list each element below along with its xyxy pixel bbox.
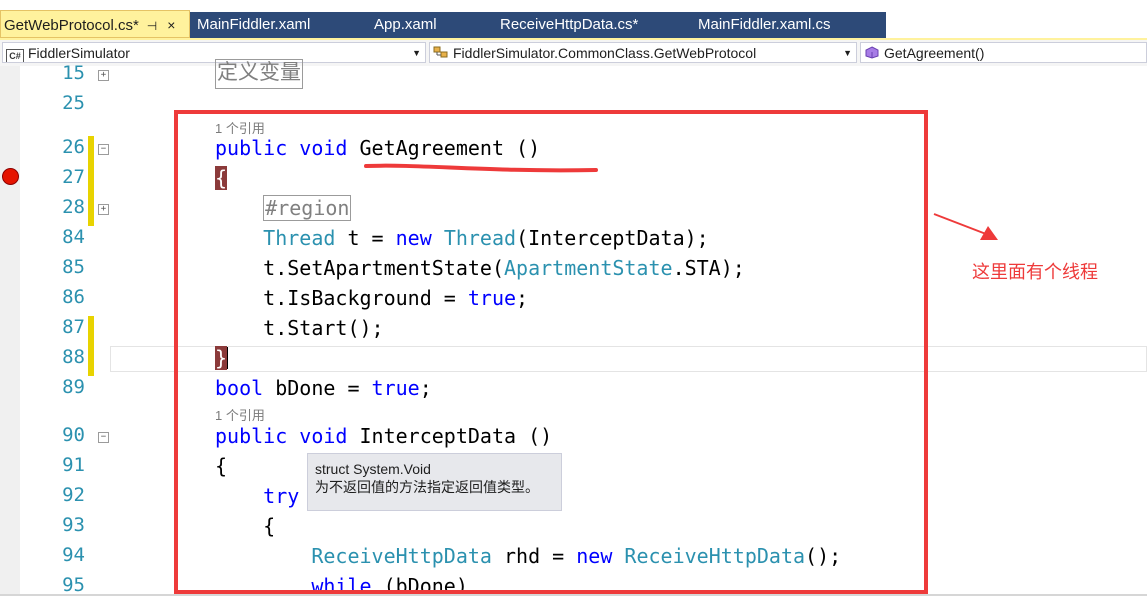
breakpoint-icon[interactable] <box>2 168 19 185</box>
code-text: try <box>263 484 300 508</box>
class-icon <box>433 46 449 59</box>
line-number: 92 <box>62 484 85 506</box>
close-icon[interactable]: × <box>167 11 175 39</box>
document-tab-bar: GetWebProtocol.cs* ⊣ × MainFiddler.xaml Ap… <box>0 0 1147 38</box>
text-caret <box>227 347 229 369</box>
tab-label: GetWebProtocol.cs* <box>4 17 139 34</box>
line-number: 89 <box>62 376 85 398</box>
code-line: 26 − public void GetAgreement () <box>0 136 1147 166</box>
tooltip-description: 为不返回值的方法指定返回值类型。 <box>315 479 539 495</box>
line-number: 86 <box>62 286 85 308</box>
line-number: 93 <box>62 514 85 536</box>
code-line: 95 while (bDone) <box>0 574 1147 604</box>
code-text: t.Start(); <box>215 316 384 340</box>
code-text: { <box>215 166 228 190</box>
line-number: 85 <box>62 256 85 278</box>
member-dropdown[interactable]: GetAgreement() <box>860 42 1147 63</box>
line-number: 87 <box>62 316 85 338</box>
code-line: 91 { <box>0 454 1147 484</box>
code-line: 28 + #region <box>0 195 1147 226</box>
collapse-icon[interactable]: − <box>98 144 109 155</box>
code-text: bool bDone = true; <box>215 376 432 400</box>
code-line: 87 t.Start(); <box>0 316 1147 346</box>
collapsed-region[interactable]: 定义变量 <box>215 59 303 89</box>
change-marker <box>88 196 94 226</box>
tab-label: MainFiddler.xaml <box>197 16 311 33</box>
tooltip-signature: struct System.Void <box>315 461 431 477</box>
code-text: { <box>215 514 276 538</box>
tab-receivehttpdata[interactable]: ReceiveHttpData.cs* <box>500 12 638 38</box>
code-text: Thread t = new Thread(InterceptData); <box>263 226 709 250</box>
class-dropdown[interactable]: FiddlerSimulator.CommonClass.GetWebProto… <box>429 42 857 63</box>
csharp-project-icon: C# <box>6 49 24 62</box>
reference-count-lens[interactable]: 1 个引用 <box>215 118 265 137</box>
change-marker <box>88 346 94 376</box>
chevron-down-icon: ▼ <box>843 48 852 58</box>
tab-label: ReceiveHttpData.cs* <box>500 16 639 33</box>
code-line: 94 ReceiveHttpData rhd = new ReceiveHttp… <box>0 544 1147 574</box>
expand-icon[interactable]: + <box>98 204 109 215</box>
tab-label: MainFiddler.xaml.cs <box>698 16 831 33</box>
annotation-label: 这里面有个线程 <box>972 262 1098 282</box>
tab-getwebprotocol[interactable]: GetWebProtocol.cs* ⊣ × <box>0 10 190 38</box>
project-label: FiddlerSimulator <box>28 45 130 61</box>
chevron-down-icon: ▼ <box>412 48 421 58</box>
collapse-icon[interactable]: − <box>98 432 109 443</box>
change-marker <box>88 316 94 346</box>
code-text: ReceiveHttpData rhd = new ReceiveHttpDat… <box>311 544 842 568</box>
project-dropdown[interactable]: C# FiddlerSimulator ▼ <box>2 42 426 63</box>
code-line: 15 + 定义变量 <box>0 59 1147 92</box>
line-number: 95 <box>62 574 85 596</box>
tab-app-xaml[interactable]: App.xaml <box>374 12 437 38</box>
line-number: 25 <box>62 92 85 114</box>
line-number: 90 <box>62 424 85 446</box>
code-line: 27 { <box>0 166 1147 196</box>
code-line: 90 − public void InterceptData () <box>0 424 1147 454</box>
code-line: 88 } <box>0 346 1147 376</box>
code-text: public void InterceptData () <box>215 424 553 448</box>
code-line: 25 <box>0 92 1147 122</box>
code-text: #region <box>263 195 352 221</box>
quick-info-tooltip: struct System.Void 为不返回值的方法指定返回值类型。 <box>307 453 562 511</box>
member-label: GetAgreement() <box>884 45 985 61</box>
pin-icon[interactable]: ⊣ <box>147 12 157 40</box>
code-line: 86 t.IsBackground = true; <box>0 286 1147 316</box>
code-editor[interactable]: 15 + 定义变量 25 1 个引用 26 − public void GetA… <box>0 59 1147 598</box>
change-marker <box>88 136 94 166</box>
code-line: 89 bool bDone = true; <box>0 376 1147 406</box>
code-text: { <box>215 454 228 478</box>
code-text: public void GetAgreement () <box>215 136 541 160</box>
line-number: 27 <box>62 166 85 188</box>
tab-mainfiddler-xaml[interactable]: MainFiddler.xaml <box>197 12 310 38</box>
reference-count-lens[interactable]: 1 个引用 <box>215 405 265 424</box>
code-line: 84 Thread t = new Thread(InterceptData); <box>0 226 1147 256</box>
code-line: 93 { <box>0 514 1147 544</box>
method-icon <box>864 46 880 59</box>
code-text: t.SetApartmentState(ApartmentState.STA); <box>215 256 745 280</box>
line-number: 28 <box>62 196 85 218</box>
class-label: FiddlerSimulator.CommonClass.GetWebProto… <box>453 45 757 61</box>
code-text: t.IsBackground = true; <box>215 286 529 310</box>
line-number: 84 <box>62 226 85 248</box>
tab-mainfiddler-xaml-cs[interactable]: MainFiddler.xaml.cs <box>698 12 831 38</box>
line-number: 91 <box>62 454 85 476</box>
change-marker <box>88 166 94 196</box>
tab-label: App.xaml <box>374 16 437 33</box>
line-number: 88 <box>62 346 85 368</box>
line-number: 94 <box>62 544 85 566</box>
expand-icon[interactable]: + <box>98 70 109 81</box>
line-number: 26 <box>62 136 85 158</box>
code-line: 92 try <box>0 484 1147 514</box>
code-text: } <box>215 346 229 370</box>
line-number: 15 <box>62 62 85 84</box>
